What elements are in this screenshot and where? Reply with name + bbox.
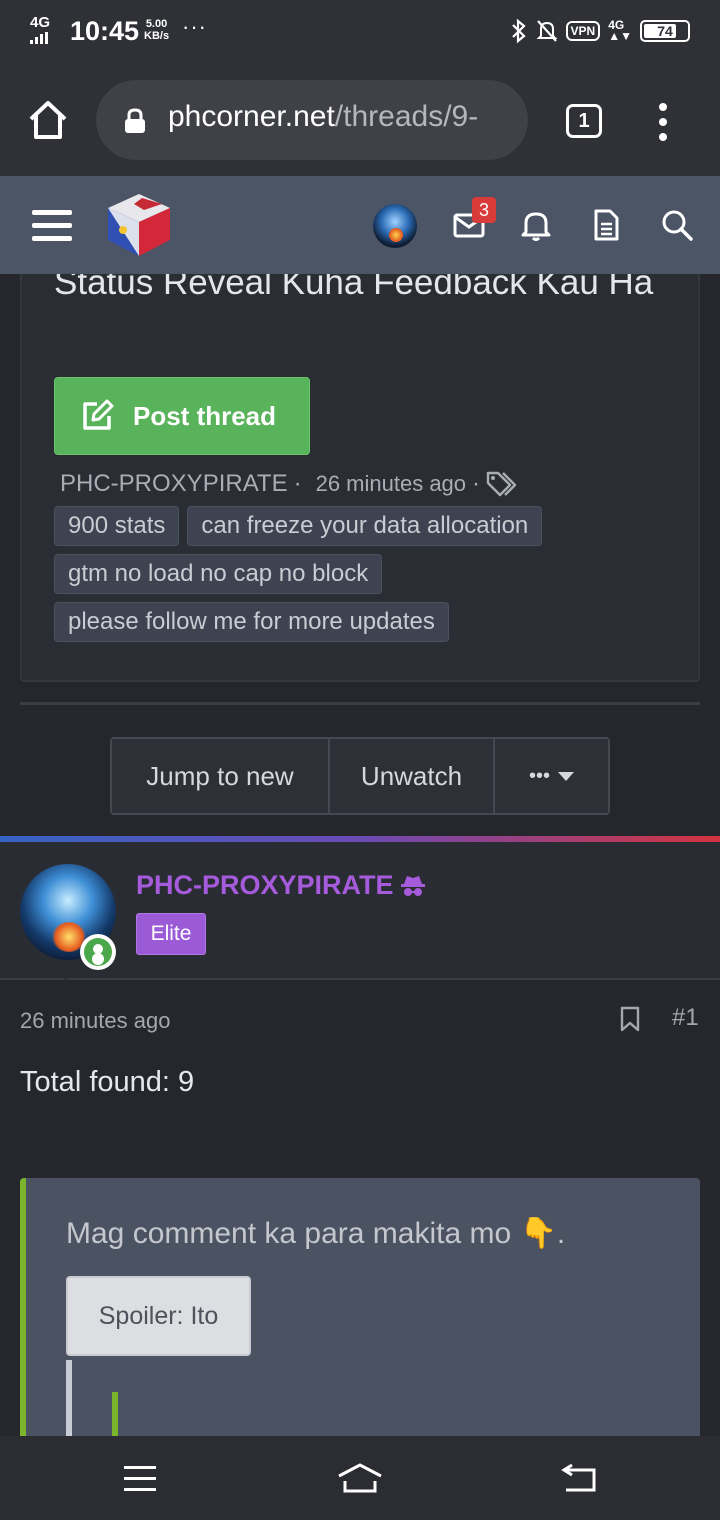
home-icon[interactable] xyxy=(26,98,70,142)
bluetooth-icon xyxy=(511,18,526,44)
more-dots: ••• xyxy=(528,764,550,787)
quote-text: Mag comment ka para makita mo 👇. xyxy=(66,1217,566,1250)
net2-label: 4G xyxy=(608,18,625,32)
network-type: 4G xyxy=(30,14,51,31)
phcorner-logo[interactable] xyxy=(104,190,174,260)
mute-icon xyxy=(536,20,557,42)
back-icon[interactable] xyxy=(560,1462,600,1494)
thread-actions: Jump to new Unwatch ••• xyxy=(110,737,610,815)
page-content: Status Reveal Kuha Feedback Kau Ha Post … xyxy=(0,274,720,1436)
nested-quote-bar xyxy=(112,1392,118,1436)
url-text: phcorner.net/threads/9- xyxy=(168,100,478,134)
site-header xyxy=(0,176,720,274)
network-speed: 5.00 KB/s xyxy=(144,18,169,42)
address-bar[interactable]: phcorner.net/threads/9- xyxy=(96,80,528,160)
tags-icon[interactable] xyxy=(486,470,520,498)
quote-block: Mag comment ka para makita mo 👇. Spoiler… xyxy=(20,1178,700,1436)
tag[interactable]: 900 stats xyxy=(54,506,180,546)
post-thread-button[interactable]: Post thread xyxy=(54,377,310,455)
network-indicator: 4G xyxy=(30,14,51,44)
thread-meta: PHC-PROXYPIRATE · 26 minutes ago · xyxy=(60,470,520,498)
post-thread-label: Post thread xyxy=(133,400,277,431)
thread-header-card: Status Reveal Kuha Feedback Kau Ha Post … xyxy=(20,274,700,682)
edit-icon xyxy=(83,399,114,430)
username-text: PHC-PROXYPIRATE xyxy=(136,870,394,900)
signal-bars-icon xyxy=(30,32,48,44)
tag[interactable]: please follow me for more updates xyxy=(54,602,449,642)
tabs-icon[interactable]: 1 xyxy=(566,104,602,138)
tag[interactable]: gtm no load no cap no block xyxy=(54,554,383,594)
signal-4g-icon: 4G ▲▼ xyxy=(608,18,632,43)
lock-icon xyxy=(125,108,145,133)
mail-badge: 3 xyxy=(472,197,496,223)
bell-icon[interactable] xyxy=(519,208,553,242)
jump-to-new-button[interactable]: Jump to new xyxy=(112,739,330,813)
post-user-block: PHC-PROXYPIRATE Elite xyxy=(0,842,720,980)
url-path: /threads/9- xyxy=(334,100,479,133)
post-username[interactable]: PHC-PROXYPIRATE xyxy=(136,870,426,901)
battery-level: 74 xyxy=(657,23,673,39)
bookmark-icon[interactable] xyxy=(620,1006,640,1032)
thread-time[interactable]: 26 minutes ago xyxy=(316,471,466,497)
vpn-icon: VPN xyxy=(565,21,601,41)
spoiler-content-bar xyxy=(66,1360,72,1436)
status-icons: VPN 4G ▲▼ 74 xyxy=(510,18,690,44)
incognito-icon xyxy=(400,875,425,896)
divider xyxy=(20,702,700,705)
clock: 10:45 xyxy=(70,16,140,46)
thread-author-link[interactable]: PHC-PROXYPIRATE xyxy=(60,470,288,498)
tag[interactable]: can freeze your data allocation xyxy=(187,506,543,546)
speed-value: 5.00 xyxy=(145,18,168,30)
post-number[interactable]: #1 xyxy=(672,1004,699,1032)
url-domain: phcorner.net xyxy=(168,100,335,133)
overflow-menu-icon[interactable] xyxy=(656,102,670,142)
thread-title: Status Reveal Kuha Feedback Kau Ha xyxy=(54,274,654,302)
search-icon[interactable] xyxy=(660,208,694,242)
meta-separator: · xyxy=(472,470,481,497)
user-title-badge: Elite xyxy=(136,913,206,955)
post-time[interactable]: 26 minutes ago xyxy=(20,1008,170,1034)
recent-apps-icon[interactable] xyxy=(120,1462,160,1494)
home-nav-icon[interactable] xyxy=(336,1462,384,1494)
tag-list: 900 stats can freeze your data allocation… xyxy=(54,506,674,650)
user-avatar[interactable] xyxy=(373,204,417,248)
document-icon[interactable] xyxy=(589,208,623,242)
browser-toolbar: phcorner.net/threads/9- 1 xyxy=(0,66,720,176)
hamburger-icon[interactable] xyxy=(32,208,72,242)
more-notifications-icon: ··· xyxy=(182,14,207,39)
online-status-icon xyxy=(80,934,116,970)
chevron-down-icon xyxy=(558,771,574,781)
status-bar: 4G 10:45 5.00 KB/s ··· VPN 4G ▲▼ 74 xyxy=(0,0,720,66)
user-block-pointer xyxy=(52,968,80,980)
speed-unit: KB/s xyxy=(144,30,170,42)
more-options-button[interactable]: ••• xyxy=(495,739,608,813)
spoiler-button[interactable]: Spoiler: Ito xyxy=(66,1276,251,1356)
battery-icon: 74 xyxy=(640,20,690,42)
meta-separator: · xyxy=(293,470,302,497)
unwatch-button[interactable]: Unwatch xyxy=(330,739,495,813)
system-navigation-bar xyxy=(0,1436,720,1520)
post-body-text: Total found: 9 xyxy=(20,1066,195,1098)
